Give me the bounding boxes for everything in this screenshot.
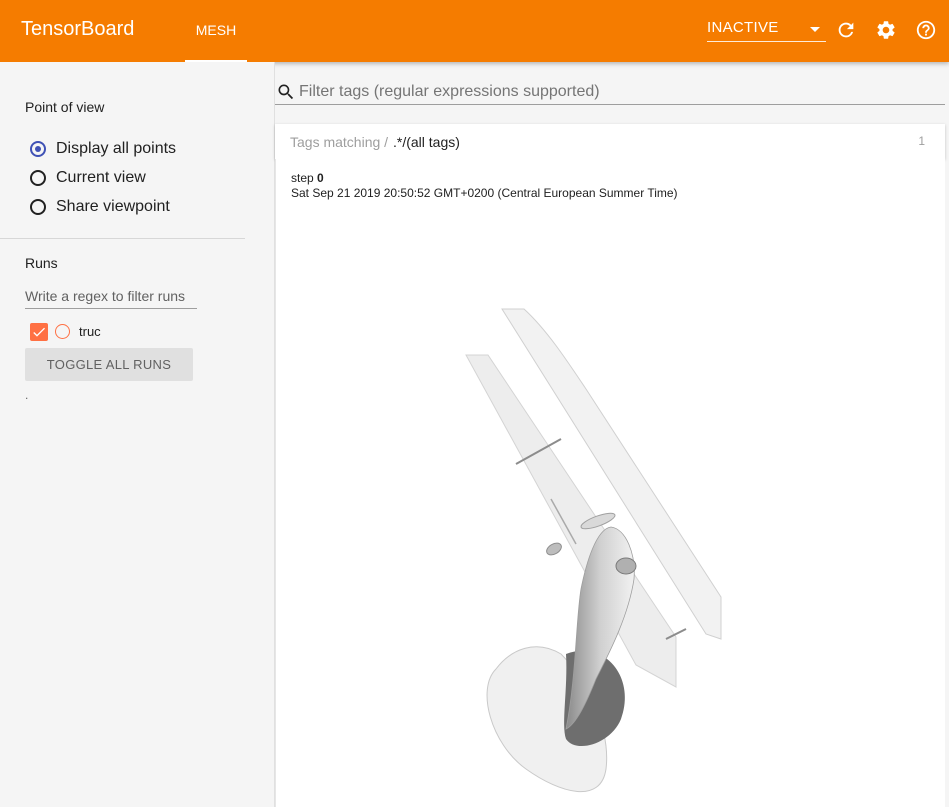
chevron-down-icon [810, 27, 820, 32]
step-value: 0 [317, 171, 324, 185]
mesh-card: step 0 Sat Sep 21 2019 20:50:52 GMT+0200… [275, 159, 945, 807]
run-name: truc [79, 324, 101, 339]
wall-time: Sat Sep 21 2019 20:50:52 GMT+0200 (Centr… [291, 186, 678, 200]
toggle-all-runs-button[interactable]: TOGGLE ALL RUNS [25, 348, 193, 381]
step-label: step [291, 171, 314, 185]
sidebar-divider [0, 238, 245, 239]
run-filter-input[interactable] [25, 284, 197, 309]
help-icon[interactable] [915, 19, 937, 41]
tag-filter [275, 80, 945, 105]
top-toolbar: TensorBoard MESH INACTIVE [0, 0, 949, 62]
runs-title: Runs [25, 255, 58, 271]
settings-icon[interactable] [875, 19, 897, 41]
biplane-mesh [465, 308, 722, 793]
mesh-3d-viewport[interactable] [276, 209, 944, 807]
check-icon [33, 327, 45, 337]
tag-count: 1 [918, 134, 925, 148]
radio-button[interactable] [30, 170, 46, 186]
sidebar: Point of view Display all points Current… [0, 62, 275, 807]
step-info: step 0 [291, 171, 324, 185]
run-checkbox[interactable] [30, 323, 48, 341]
tag-filter-input[interactable] [299, 80, 929, 104]
app-title: TensorBoard [21, 18, 135, 40]
tag-group-header[interactable]: Tags matching / .*/(all tags) 1 [275, 124, 945, 159]
radio-label: Display all points [56, 140, 177, 157]
tags-matching-label: Tags matching / [290, 134, 389, 150]
radio-button[interactable] [30, 141, 46, 157]
tags-matching-regex: .*/(all tags) [393, 134, 460, 150]
radio-label: Current view [56, 169, 146, 186]
run-color-swatch[interactable] [55, 324, 70, 339]
tab-mesh[interactable]: MESH [185, 0, 247, 62]
radio-label: Share viewpoint [56, 198, 170, 215]
radio-button[interactable] [30, 199, 46, 215]
reload-dropdown[interactable]: INACTIVE [707, 17, 826, 42]
search-icon [278, 84, 294, 100]
reload-state: INACTIVE [707, 19, 779, 36]
refresh-icon[interactable] [835, 19, 857, 41]
runs-footer: . [25, 388, 29, 402]
run-item-truc: truc [30, 323, 230, 343]
point-of-view-title: Point of view [25, 99, 105, 115]
